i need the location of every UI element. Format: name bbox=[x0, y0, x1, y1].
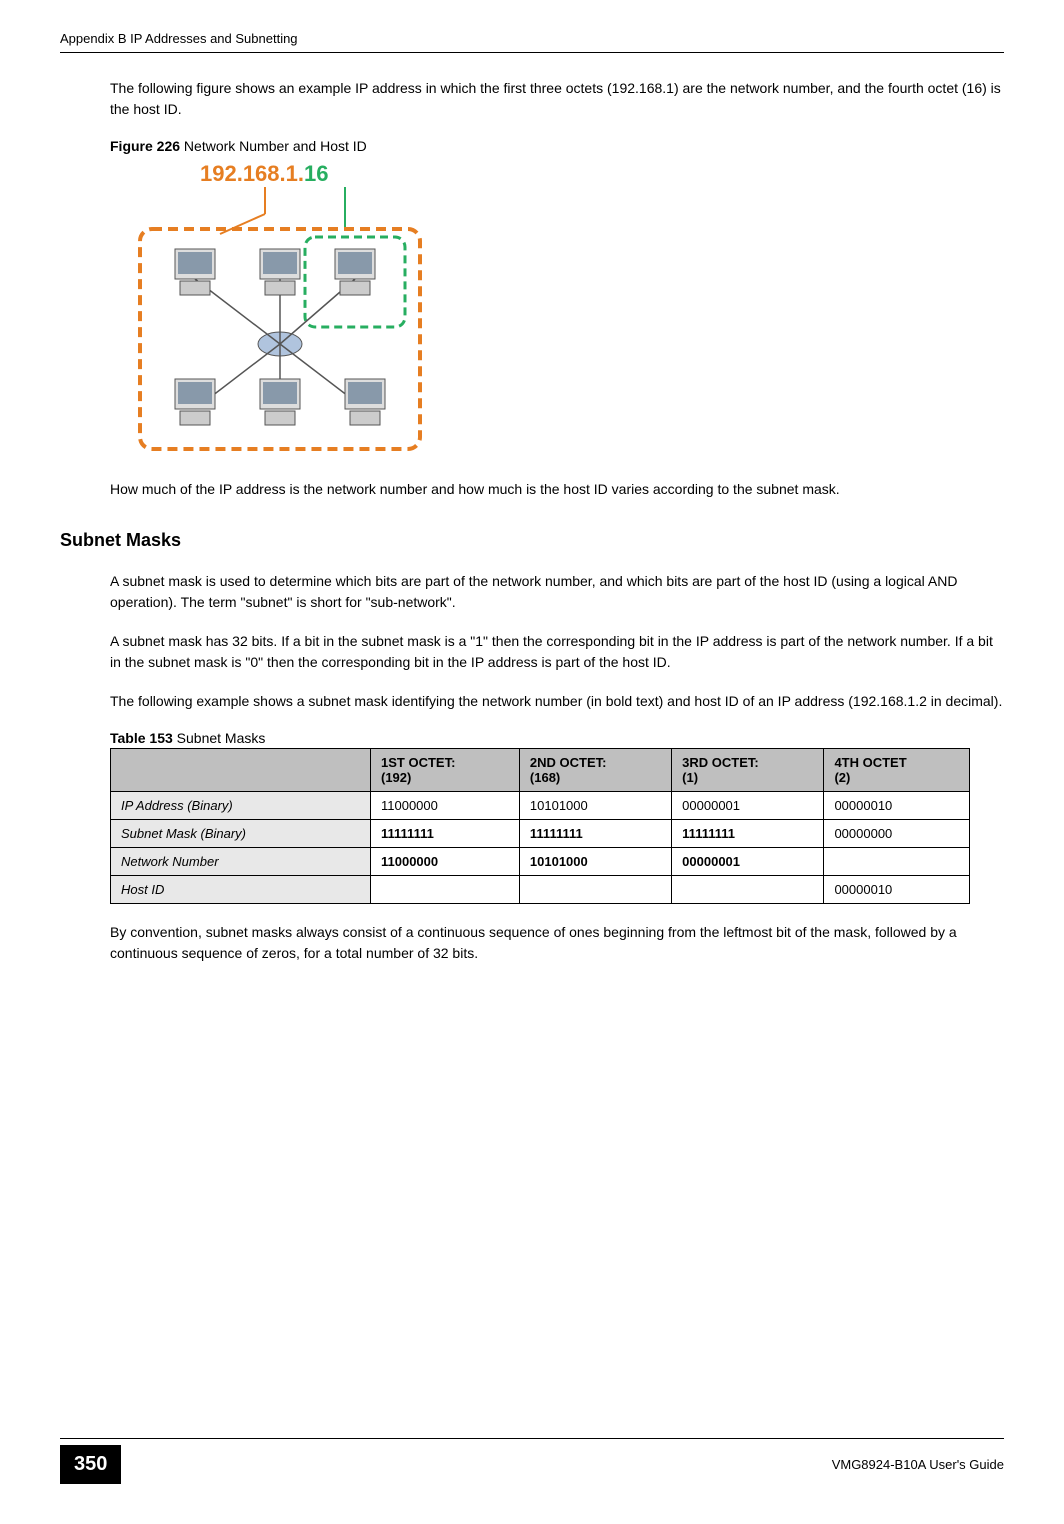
table-number: Table 153 bbox=[110, 730, 173, 746]
diagram-svg: 192.168.1.16 bbox=[120, 159, 440, 459]
table-cell bbox=[371, 876, 520, 904]
table-header-2nd: 2ND OCTET: (168) bbox=[519, 749, 671, 792]
paragraph-5: The following example shows a subnet mas… bbox=[110, 691, 1004, 712]
table-header-3rd: 3RD OCTET: (1) bbox=[672, 749, 824, 792]
computer-icon bbox=[260, 379, 300, 425]
ip-network-part: 192.168.1. bbox=[200, 161, 304, 186]
table-cell: 00000001 bbox=[672, 792, 824, 820]
table-cell: 00000001 bbox=[672, 848, 824, 876]
table-row: Subnet Mask (Binary)11111111111111111111… bbox=[111, 820, 970, 848]
paragraph-1: The following figure shows an example IP… bbox=[110, 78, 1004, 120]
table-header-empty bbox=[111, 749, 371, 792]
table-cell: 11111111 bbox=[519, 820, 671, 848]
table-cell: 00000000 bbox=[824, 820, 970, 848]
paragraph-2: How much of the IP address is the networ… bbox=[110, 479, 1004, 500]
table-cell: 10101000 bbox=[519, 848, 671, 876]
svg-text:192.168.1.16: 192.168.1.16 bbox=[200, 161, 328, 186]
computer-icon bbox=[345, 379, 385, 425]
subnet-mask-table: 1ST OCTET: (192) 2ND OCTET: (168) 3RD OC… bbox=[110, 748, 970, 904]
ip-host-part: 16 bbox=[304, 161, 328, 186]
footer-guide-name: VMG8924-B10A User's Guide bbox=[832, 1457, 1004, 1472]
table-header-4th: 4TH OCTET (2) bbox=[824, 749, 970, 792]
table-title: Subnet Masks bbox=[173, 730, 266, 746]
computer-icon bbox=[335, 249, 375, 295]
table-cell bbox=[672, 876, 824, 904]
paragraph-4: A subnet mask has 32 bits. If a bit in t… bbox=[110, 631, 1004, 673]
section-heading-subnet-masks: Subnet Masks bbox=[60, 530, 1004, 551]
table-cell: 11111111 bbox=[672, 820, 824, 848]
page-footer: 350 VMG8924-B10A User's Guide bbox=[60, 1438, 1004, 1484]
table-row-label: Host ID bbox=[111, 876, 371, 904]
table-cell: 00000010 bbox=[824, 792, 970, 820]
figure-title: Network Number and Host ID bbox=[180, 138, 367, 154]
table-row: IP Address (Binary)110000001010100000000… bbox=[111, 792, 970, 820]
table-caption: Table 153 Subnet Masks bbox=[110, 730, 1004, 746]
table-row-label: Subnet Mask (Binary) bbox=[111, 820, 371, 848]
table-row-label: Network Number bbox=[111, 848, 371, 876]
table-cell: 11000000 bbox=[371, 848, 520, 876]
table-cell: 00000010 bbox=[824, 876, 970, 904]
table-cell: 10101000 bbox=[519, 792, 671, 820]
computer-icon bbox=[260, 249, 300, 295]
computer-icon bbox=[175, 379, 215, 425]
table-header-row: 1ST OCTET: (192) 2ND OCTET: (168) 3RD OC… bbox=[111, 749, 970, 792]
computer-icon bbox=[175, 249, 215, 295]
figure-caption: Figure 226 Network Number and Host ID bbox=[110, 138, 1004, 154]
figure-number: Figure 226 bbox=[110, 138, 180, 154]
paragraph-3: A subnet mask is used to determine which… bbox=[110, 571, 1004, 613]
table-row-label: IP Address (Binary) bbox=[111, 792, 371, 820]
table-cell bbox=[519, 876, 671, 904]
table-row: Host ID 00000010 bbox=[111, 876, 970, 904]
network-diagram: 192.168.1.16 bbox=[120, 159, 440, 459]
page-number: 350 bbox=[60, 1445, 121, 1484]
header-appendix: Appendix B IP Addresses and Subnetting bbox=[60, 31, 298, 46]
paragraph-6: By convention, subnet masks always consi… bbox=[110, 922, 1004, 964]
table-cell: 11000000 bbox=[371, 792, 520, 820]
table-cell bbox=[824, 848, 970, 876]
table-cell: 11111111 bbox=[371, 820, 520, 848]
table-row: Network Number110000001010100000000001 bbox=[111, 848, 970, 876]
table-header-1st: 1ST OCTET: (192) bbox=[371, 749, 520, 792]
